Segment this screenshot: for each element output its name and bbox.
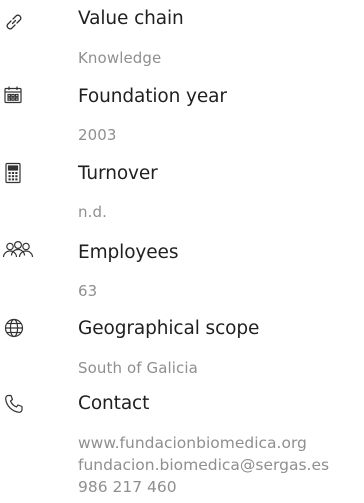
phone-icon xyxy=(3,392,31,416)
calculator-icon xyxy=(3,161,31,185)
email-link[interactable]: fundacion.biomedica@sergas.es xyxy=(78,454,329,476)
item-value: 63 xyxy=(78,282,98,300)
item-title: Employees xyxy=(78,242,179,263)
contact-title: Contact xyxy=(78,393,150,414)
people-icon xyxy=(2,238,36,262)
item-value: Knowledge xyxy=(78,49,162,67)
contact-details: www.fundacionbiomedica.org fundacion.bio… xyxy=(78,432,329,498)
item-title: Geographical scope xyxy=(78,318,260,339)
item-value: South of Galicia xyxy=(78,359,198,377)
item-title: Value chain xyxy=(78,8,184,29)
item-value: 2003 xyxy=(78,126,117,144)
phone-number[interactable]: 986 217 460 xyxy=(78,476,329,498)
website-link[interactable]: www.fundacionbiomedica.org xyxy=(78,432,329,454)
item-title: Foundation year xyxy=(78,86,227,107)
item-value: n.d. xyxy=(78,203,107,221)
calendar-icon xyxy=(3,83,31,107)
item-title: Turnover xyxy=(78,163,158,184)
globe-icon xyxy=(3,316,31,340)
link-icon xyxy=(3,10,31,34)
